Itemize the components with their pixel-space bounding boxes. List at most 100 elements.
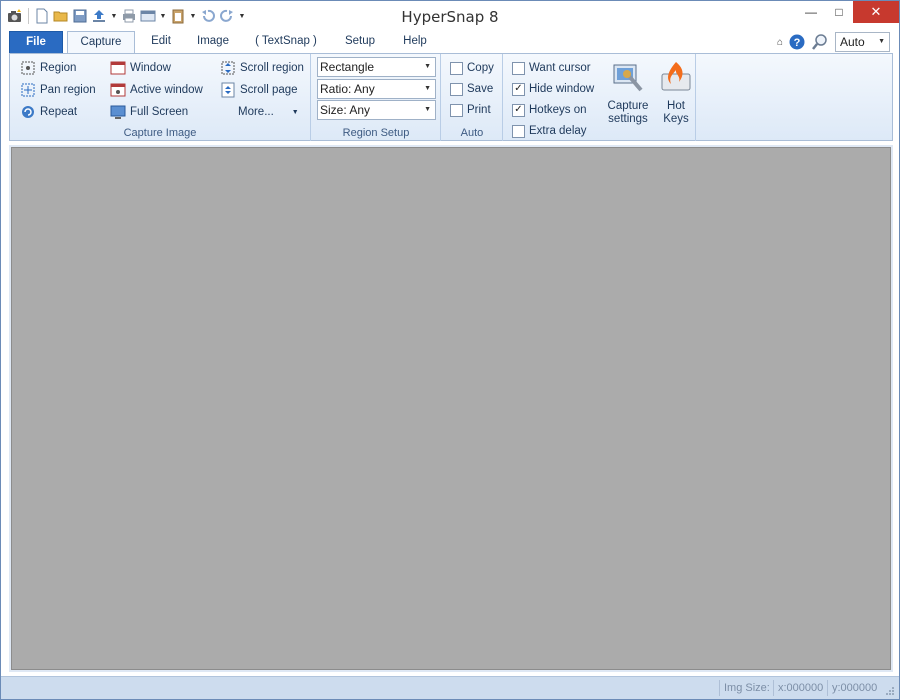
- region-button[interactable]: Region: [20, 58, 76, 78]
- capture-settings-icon: [613, 64, 643, 92]
- title-bar: ▼ ▼ ▼ ▼ HyperSnap 8 — □ ✕: [1, 1, 899, 31]
- hotkeys-on-label: Hotkeys on: [529, 104, 587, 116]
- region-ratio-select[interactable]: Ratio: Any ▼: [317, 79, 436, 99]
- chevron-down-icon: ▼: [424, 85, 431, 92]
- tab-image[interactable]: Image: [187, 31, 239, 53]
- help-icon[interactable]: ?: [789, 34, 805, 50]
- img-size-label: Img Size:: [719, 680, 774, 696]
- close-button[interactable]: ✕: [853, 1, 899, 23]
- auto-copy-label: Copy: [467, 62, 494, 74]
- scroll-region-button[interactable]: Scroll region: [220, 58, 304, 78]
- checkbox-box: [450, 82, 463, 96]
- active-window-button[interactable]: Active window: [110, 80, 203, 100]
- region-size-select[interactable]: Size: Any ▼: [317, 100, 436, 120]
- chevron-down-icon: ▼: [291, 108, 299, 116]
- window-icon: [110, 61, 126, 75]
- zoom-select[interactable]: Auto ▼: [835, 32, 890, 52]
- chevron-down-icon: ▼: [424, 106, 431, 113]
- full-screen-label: Full Screen: [130, 106, 189, 118]
- region-icon: [21, 61, 35, 75]
- checkbox-box: [512, 61, 525, 75]
- group-label-capture-image: Capture Image: [123, 127, 197, 139]
- zoom-select-value: Auto: [840, 35, 865, 49]
- scroll-page-icon: [221, 82, 235, 98]
- collapse-ribbon-icon[interactable]: ⌂: [777, 37, 783, 48]
- hotkeys-on-checkbox[interactable]: ✓ Hotkeys on: [512, 100, 587, 120]
- resize-grip-icon[interactable]: [885, 686, 895, 696]
- group-auto: Copy Save Print Auto: [442, 54, 503, 141]
- window-label: Window: [130, 62, 171, 74]
- repeat-label: Repeat: [40, 106, 78, 118]
- tab-capture[interactable]: Capture: [67, 31, 135, 54]
- x-coordinate: x:000000: [773, 680, 827, 696]
- want-cursor-checkbox[interactable]: Want cursor: [512, 58, 591, 78]
- checkmark-icon: ✓: [512, 82, 525, 96]
- window-controls: — □ ✕: [797, 1, 899, 23]
- extra-delay-checkbox[interactable]: Extra delay: [512, 121, 587, 141]
- pan-region-button[interactable]: Pan region: [20, 80, 96, 100]
- status-bar: Img Size: x:000000 y:000000: [1, 676, 899, 699]
- ribbon-tabs: File Capture Edit Image ( TextSnap ) Set…: [1, 31, 899, 54]
- minimize-button[interactable]: —: [797, 1, 825, 23]
- group-capture-image: Region Pan region Repeat Window Active w…: [10, 54, 311, 141]
- pan-region-label: Pan region: [40, 84, 96, 96]
- tab-file[interactable]: File: [9, 31, 63, 53]
- checkbox-box: [450, 61, 463, 75]
- tab-help[interactable]: Help: [393, 31, 437, 53]
- pan-region-icon: [21, 83, 35, 97]
- tab-edit[interactable]: Edit: [139, 31, 183, 53]
- active-window-icon: [110, 83, 126, 97]
- checkbox-box: [450, 103, 463, 117]
- region-shape-select[interactable]: Rectangle ▼: [317, 57, 436, 77]
- group-region-setup: Rectangle ▼ Ratio: Any ▼ Size: Any ▼ Reg…: [312, 54, 441, 141]
- capture-settings-label: Capture settings: [607, 100, 649, 125]
- hide-window-label: Hide window: [529, 83, 595, 95]
- app-window: ▼ ▼ ▼ ▼ HyperSnap 8 — □ ✕ File Capture E…: [0, 0, 900, 700]
- full-screen-icon: [110, 105, 126, 119]
- scroll-region-icon: [221, 61, 235, 75]
- hot-keys-button[interactable]: Hot Keys: [658, 60, 694, 126]
- ribbon: Region Pan region Repeat Window Active w…: [9, 53, 893, 141]
- group-label-auto: Auto: [460, 127, 484, 139]
- hide-window-checkbox[interactable]: ✓ Hide window: [512, 79, 594, 99]
- group-label-region-setup: Region Setup: [342, 127, 410, 139]
- more-label: More...: [238, 106, 274, 118]
- maximize-button[interactable]: □: [825, 1, 853, 23]
- auto-print-checkbox[interactable]: Print: [450, 100, 491, 120]
- extra-delay-label: Extra delay: [529, 125, 587, 137]
- group-capture-options: Want cursor ✓ Hide window ✓ Hotkeys on E…: [504, 54, 696, 141]
- auto-print-label: Print: [467, 104, 491, 116]
- auto-copy-checkbox[interactable]: Copy: [450, 58, 494, 78]
- want-cursor-label: Want cursor: [529, 62, 591, 74]
- chevron-down-icon: ▼: [878, 38, 885, 45]
- window-button[interactable]: Window: [110, 58, 171, 78]
- tab-setup[interactable]: Setup: [335, 31, 385, 53]
- scroll-page-button[interactable]: Scroll page: [220, 80, 298, 100]
- hot-keys-label: Hot Keys: [663, 100, 689, 125]
- window-title: HyperSnap 8: [401, 8, 499, 26]
- full-screen-button[interactable]: Full Screen: [110, 102, 188, 122]
- region-size-value: Size: Any: [320, 103, 371, 117]
- scroll-page-label: Scroll page: [240, 84, 298, 96]
- more-button[interactable]: More... ▼: [238, 102, 299, 122]
- ribbon-right-controls: ⌂ ? Auto ▼: [777, 31, 890, 53]
- chevron-down-icon: ▼: [424, 63, 431, 70]
- tab-textsnap[interactable]: ( TextSnap ): [247, 31, 325, 53]
- svg-text:?: ?: [794, 37, 801, 49]
- region-shape-value: Rectangle: [320, 60, 375, 74]
- repeat-button[interactable]: Repeat: [20, 102, 77, 122]
- region-label: Region: [40, 62, 77, 74]
- active-window-label: Active window: [130, 84, 203, 96]
- checkmark-icon: ✓: [512, 103, 525, 117]
- capture-settings-button[interactable]: Capture settings: [604, 60, 652, 126]
- hot-keys-icon: [661, 62, 691, 91]
- repeat-icon: [22, 106, 34, 118]
- auto-save-checkbox[interactable]: Save: [450, 79, 493, 99]
- region-ratio-value: Ratio: Any: [320, 82, 375, 96]
- scroll-region-label: Scroll region: [240, 62, 304, 74]
- checkbox-box: [512, 124, 525, 138]
- image-workspace[interactable]: [9, 145, 893, 672]
- magnifier-icon[interactable]: [811, 33, 829, 51]
- auto-save-label: Save: [467, 83, 494, 95]
- y-coordinate: y:000000: [827, 680, 881, 696]
